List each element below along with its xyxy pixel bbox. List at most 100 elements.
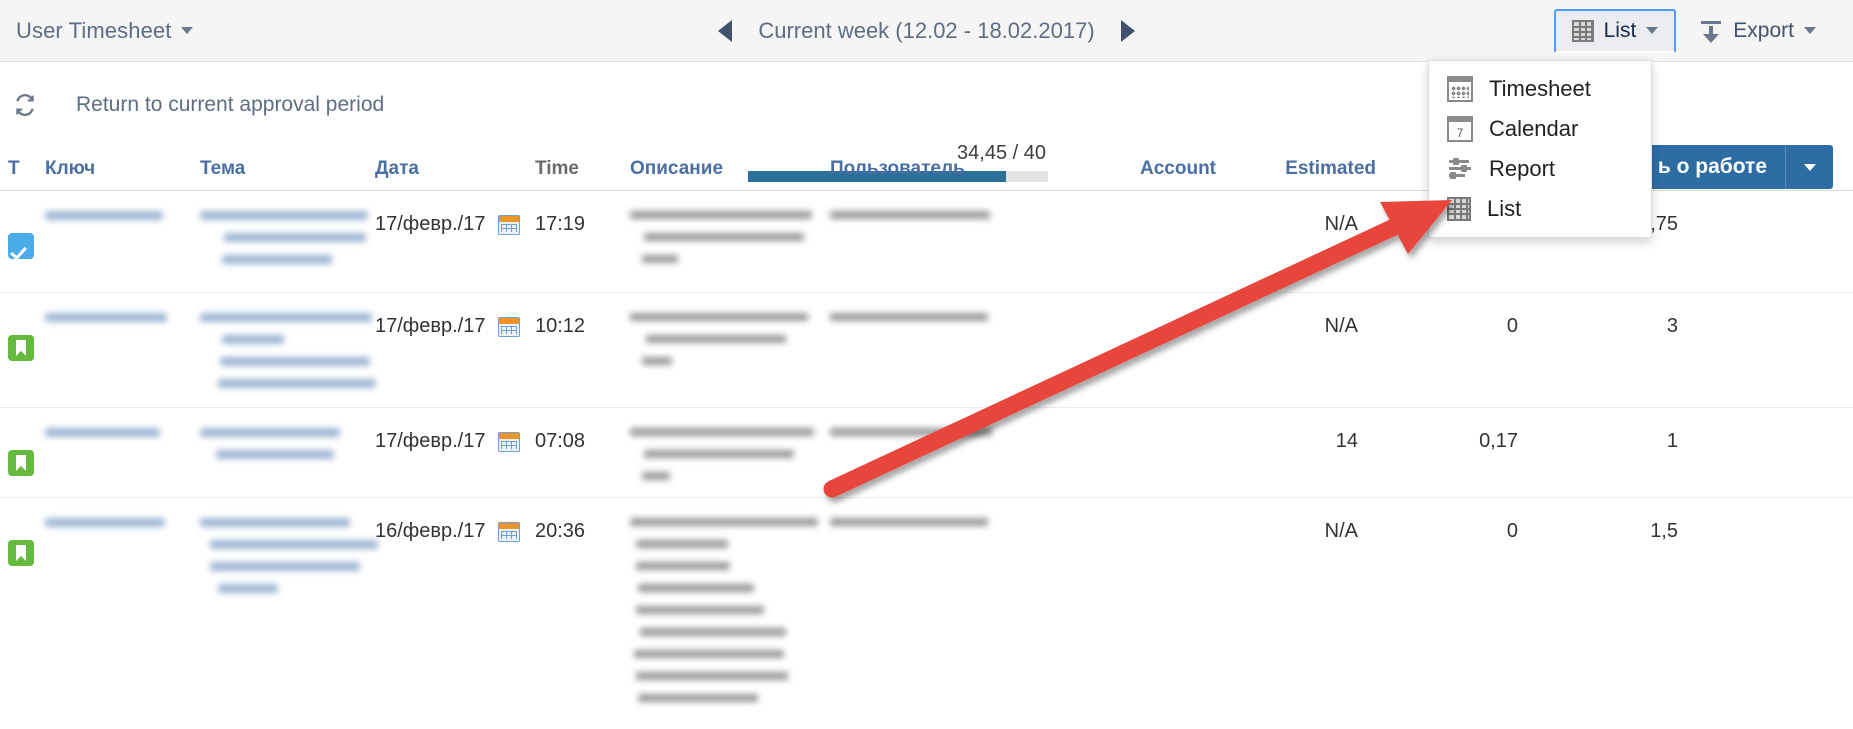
cell-issue-key <box>45 293 200 407</box>
page-title: User Timesheet <box>16 17 172 43</box>
date-text: 17/февр./17 <box>375 213 486 235</box>
cell-remaining: 0 <box>1506 520 1518 542</box>
cell-summary <box>200 293 376 407</box>
refresh-icon[interactable] <box>12 92 38 118</box>
column-header-description[interactable]: Описание <box>630 158 830 180</box>
cell-date: 17/февр./17 <box>375 293 535 407</box>
calendar-7-icon: 7 <box>1447 116 1473 142</box>
cell-issue-key <box>45 498 200 729</box>
toolbar-right: List Export <box>1553 0 1853 62</box>
column-header-type[interactable]: T <box>0 158 45 180</box>
menu-item-label: Calendar <box>1489 116 1579 141</box>
story-icon <box>8 335 34 361</box>
calendar-picker-icon[interactable] <box>497 214 520 235</box>
menu-item-calendar[interactable]: 7 Calendar <box>1429 109 1651 149</box>
period-label: Current week (12.02 - 18.02.2017) <box>758 18 1095 43</box>
log-work-dropdown-button[interactable] <box>1785 145 1833 189</box>
column-header-date[interactable]: Дата <box>375 158 535 180</box>
cell-type <box>0 408 45 497</box>
calendar-dots-icon <box>1447 76 1473 102</box>
next-period-button[interactable] <box>1120 20 1135 42</box>
cell-estimated: N/A <box>1324 213 1358 235</box>
cell-summary <box>200 191 375 292</box>
top-toolbar: User Timesheet Current week (12.02 - 18.… <box>0 0 1853 62</box>
cell-type <box>0 191 45 292</box>
cell-time: 10:12 <box>535 315 586 337</box>
cell-spent: 1,5 <box>1650 520 1678 542</box>
calendar-picker-icon[interactable] <box>497 316 520 337</box>
calendar-picker-icon[interactable] <box>497 431 520 452</box>
cell-issue-key <box>45 408 200 497</box>
date-text: 17/февр./17 <box>375 315 486 337</box>
menu-item-report[interactable]: Report <box>1429 149 1651 189</box>
cell-estimated: N/A <box>1324 315 1358 337</box>
cell-type <box>0 293 45 407</box>
cell-description <box>630 293 830 407</box>
menu-item-label: List <box>1487 196 1522 221</box>
column-header-time[interactable]: Time <box>535 158 630 180</box>
caret-down-icon <box>1803 163 1816 171</box>
download-icon <box>1699 19 1723 43</box>
date-text: 16/февр./17 <box>375 520 486 542</box>
cell-description <box>630 498 830 729</box>
cell-rate <box>1710 293 1840 407</box>
cell-rate <box>1710 191 1840 292</box>
chevron-down-icon <box>181 27 194 34</box>
story-icon <box>8 450 34 476</box>
cell-estimated: N/A <box>1324 520 1358 542</box>
cell-date: 17/февр./17 <box>375 408 535 497</box>
export-button[interactable]: Export <box>1682 9 1833 53</box>
date-text: 17/февр./17 <box>375 430 486 452</box>
return-to-current-period-link[interactable]: Return to current approval period <box>76 93 384 117</box>
toolbar-left: User Timesheet <box>0 17 194 44</box>
cell-user <box>830 293 1070 407</box>
approval-bar-left: Return to current approval period <box>0 92 384 118</box>
column-header-account[interactable]: Account <box>1070 158 1230 180</box>
column-header-estimated[interactable]: Estimated <box>1230 158 1390 180</box>
calendar-picker-icon[interactable] <box>497 521 520 542</box>
grid-icon <box>1447 197 1471 221</box>
menu-item-timesheet[interactable]: Timesheet <box>1429 69 1651 109</box>
column-header-key[interactable]: Ключ <box>45 158 200 180</box>
view-selector-label: List <box>1603 18 1637 42</box>
cell-rate <box>1710 408 1840 497</box>
menu-item-label: Timesheet <box>1489 76 1591 101</box>
table-row[interactable]: 17/февр./17 07:08 14 0,17 1 <box>0 408 1853 498</box>
cell-remaining: 0,17 <box>1479 430 1518 452</box>
menu-item-list[interactable]: List <box>1429 189 1651 229</box>
cell-time: 07:08 <box>535 430 586 452</box>
timesheet-page: User Timesheet Current week (12.02 - 18.… <box>0 0 1853 729</box>
column-header-summary[interactable]: Тема <box>200 158 375 180</box>
table-row[interactable]: 16/февр./17 20:36 N/A 0 1,5 <box>0 498 1853 729</box>
page-title-dropdown[interactable]: User Timesheet <box>16 17 194 44</box>
cell-date: 17/февр./17 <box>375 191 535 292</box>
view-dropdown-menu: Timesheet 7 Calendar Report List <box>1428 60 1652 238</box>
cell-description <box>630 408 830 497</box>
story-icon <box>8 540 34 566</box>
view-selector-button[interactable]: List <box>1553 8 1677 53</box>
log-work-button-group: ь о работе <box>1639 145 1833 189</box>
grid-icon <box>1571 19 1594 42</box>
report-bars-icon <box>1447 156 1473 182</box>
column-header-user[interactable]: Пользователь <box>830 158 1070 180</box>
cell-spent: 1 <box>1666 430 1678 452</box>
cell-issue-key <box>45 191 200 292</box>
cell-date: 16/февр./17 <box>375 498 535 729</box>
cell-description <box>630 191 830 292</box>
cell-rate <box>1710 498 1840 729</box>
task-icon <box>8 233 34 259</box>
log-work-button[interactable]: ь о работе <box>1639 145 1785 189</box>
menu-item-label: Report <box>1489 156 1556 181</box>
cell-time: 17:19 <box>535 213 586 235</box>
cell-estimated: 14 <box>1335 430 1358 452</box>
cell-account <box>1070 498 1230 729</box>
previous-period-button[interactable] <box>718 20 733 42</box>
cell-remaining: 0 <box>1506 315 1518 337</box>
cell-user <box>830 191 1070 292</box>
chevron-down-icon <box>1804 27 1816 34</box>
cell-account <box>1070 293 1230 407</box>
export-label: Export <box>1733 18 1794 42</box>
chevron-down-icon <box>1646 27 1659 34</box>
cell-type <box>0 498 45 729</box>
table-row[interactable]: 17/февр./17 10:12 N/A 0 3 <box>0 293 1853 408</box>
